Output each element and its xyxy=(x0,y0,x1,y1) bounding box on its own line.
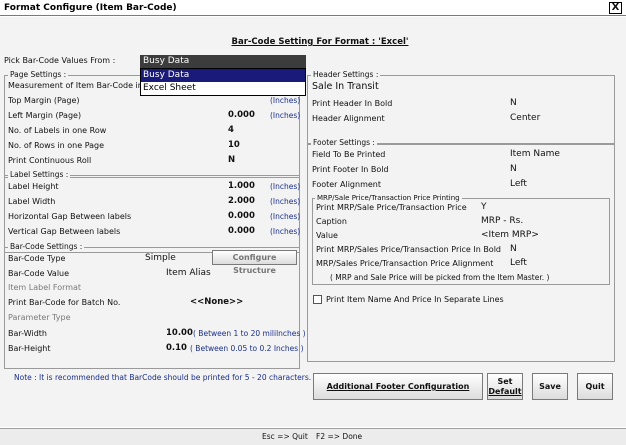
measurement-label: Measurement of Item Bar-Code in xyxy=(8,81,143,90)
mrp-caption-value[interactable]: MRP - Rs. xyxy=(481,216,523,226)
separate-lines-checkbox[interactable] xyxy=(313,295,322,304)
barcode-value-label: Bar-Code Value xyxy=(8,269,70,278)
bar-width-hint: ( Between 1 to 20 mililnches ) xyxy=(193,329,306,338)
parameter-type-label: Parameter Type xyxy=(8,313,71,322)
header-settings-legend: Header Settings : xyxy=(311,70,381,79)
label-width-label: Label Width xyxy=(8,197,56,206)
title-bar: Format Configure (Item Bar-Code) X xyxy=(0,0,626,16)
esc-shortcut: Esc => Quit xyxy=(262,432,308,441)
labels-in-row-label: No. of Labels in one Row xyxy=(8,126,107,135)
bar-width-label: Bar-Width xyxy=(8,329,47,338)
mrp-alignment-label: MRP/Sales Price/Transaction Price Alignm… xyxy=(316,259,494,268)
left-margin-value[interactable]: 0.000 xyxy=(228,110,255,120)
top-margin-label: Top Margin (Page) xyxy=(8,96,80,105)
batch-value[interactable]: <<None>> xyxy=(190,297,243,307)
vertical-gap-label: Vertical Gap Between labels xyxy=(8,227,121,236)
label-width-value[interactable]: 2.000 xyxy=(228,196,255,206)
mrp-bold-value[interactable]: N xyxy=(510,244,517,254)
batch-label: Print Bar-Code for Batch No. xyxy=(8,298,121,307)
barcode-value-value[interactable]: Item Alias xyxy=(166,268,211,278)
label-height-value[interactable]: 1.000 xyxy=(228,181,255,191)
close-icon[interactable]: X xyxy=(609,2,622,14)
bar-height-label: Bar-Height xyxy=(8,344,51,353)
set-default-label-1: Set xyxy=(497,377,513,386)
footer-settings-legend: Footer Settings : xyxy=(311,138,377,147)
mrp-print-value[interactable]: Y xyxy=(481,202,487,212)
note-text: Note : It is recommended that BarCode sh… xyxy=(14,373,312,382)
barcode-type-value[interactable]: Simple xyxy=(145,253,176,263)
barcode-settings-legend: Bar-Code Settings : xyxy=(8,242,85,251)
mrp-bold-label: Print MRP/Sales Price/Transaction Price … xyxy=(316,245,501,254)
continuous-roll-value[interactable]: N xyxy=(228,155,235,165)
footer-bold-label: Print Footer In Bold xyxy=(312,165,389,174)
label-height-label: Label Height xyxy=(8,182,59,191)
rows-in-page-label: No. of Rows in one Page xyxy=(8,141,105,150)
footer-bold-value[interactable]: N xyxy=(510,164,517,174)
dropdown-option-excel-sheet[interactable]: Excel Sheet xyxy=(141,82,305,95)
f2-shortcut: F2 => Done xyxy=(316,432,363,441)
dropdown-option-busy-data[interactable]: Busy Data xyxy=(141,69,305,82)
continuous-roll-label: Print Continuous Roll xyxy=(8,156,92,165)
barcode-type-label: Bar-Code Type xyxy=(8,254,66,263)
shortcut-bar: Esc => Quit F2 => Done xyxy=(0,428,626,445)
header-bold-value[interactable]: N xyxy=(510,98,517,108)
bar-width-value[interactable]: 10.00 xyxy=(166,328,193,338)
mrp-alignment-value[interactable]: Left xyxy=(510,258,527,268)
window-title: Format Configure (Item Bar-Code) xyxy=(4,3,177,13)
header-alignment-label: Header Alignment xyxy=(312,114,385,123)
item-label-format-label: Item Label Format xyxy=(8,283,82,292)
save-button[interactable]: Save xyxy=(532,373,568,400)
label-settings-legend: Label Settings : xyxy=(8,170,71,179)
top-margin-unit: (Inches) xyxy=(270,96,301,105)
bar-height-value[interactable]: 0.10 xyxy=(166,343,187,353)
left-margin-unit: (Inches) xyxy=(270,111,301,120)
horizontal-gap-label: Horizontal Gap Between labels xyxy=(8,212,132,221)
mrp-value-label: Value xyxy=(316,231,338,240)
rows-in-page-value[interactable]: 10 xyxy=(228,140,240,150)
separate-lines-label: Print Item Name And Price In Separate Li… xyxy=(326,295,504,304)
pick-values-label: Pick Bar-Code Values From : xyxy=(4,56,116,65)
page-settings-legend: Page Settings : xyxy=(8,70,69,79)
footer-field-label: Field To Be Printed xyxy=(312,150,386,159)
vertical-gap-value[interactable]: 0.000 xyxy=(228,226,255,236)
vertical-gap-unit: (Inches) xyxy=(270,227,301,236)
label-width-unit: (Inches) xyxy=(270,197,301,206)
quit-button[interactable]: Quit xyxy=(577,373,613,400)
header-text-value[interactable]: Sale In Transit xyxy=(312,81,379,92)
additional-footer-button[interactable]: Additional Footer Configuration xyxy=(313,373,483,400)
mrp-print-label: Print MRP/Sale Price/Transaction Price xyxy=(316,203,467,212)
label-height-unit: (Inches) xyxy=(270,182,301,191)
mrp-note: ( MRP and Sale Price will be picked from… xyxy=(330,273,550,282)
mrp-value-value[interactable]: <Item MRP> xyxy=(481,230,539,240)
pick-values-select[interactable]: Busy Data xyxy=(140,55,306,68)
header-bold-label: Print Header In Bold xyxy=(312,99,393,108)
footer-alignment-value[interactable]: Left xyxy=(510,179,527,189)
pick-values-dropdown: Busy Data Excel Sheet xyxy=(140,68,306,96)
left-margin-label: Left Margin (Page) xyxy=(8,111,82,120)
set-default-button[interactable]: Set Default xyxy=(487,373,523,400)
configure-structure-button[interactable]: Configure Structure xyxy=(212,250,297,275)
header-alignment-value[interactable]: Center xyxy=(510,113,540,123)
set-default-label-2: Default xyxy=(488,387,522,396)
footer-field-value[interactable]: Item Name xyxy=(510,149,560,159)
footer-alignment-label: Footer Alignment xyxy=(312,180,381,189)
main-panel: Bar-Code Setting For Format : 'Excel' Pi… xyxy=(0,17,626,427)
bar-height-hint: ( Between 0.05 to 0.2 Inches ) xyxy=(190,344,304,353)
horizontal-gap-unit: (Inches) xyxy=(270,212,301,221)
mrp-printing-legend: MRP/Sale Price/Transaction Price Printin… xyxy=(315,194,462,202)
mrp-caption-label: Caption xyxy=(316,217,347,226)
horizontal-gap-value[interactable]: 0.000 xyxy=(228,211,255,221)
page-title: Bar-Code Setting For Format : 'Excel' xyxy=(231,37,409,47)
labels-in-row-value[interactable]: 4 xyxy=(228,125,234,135)
